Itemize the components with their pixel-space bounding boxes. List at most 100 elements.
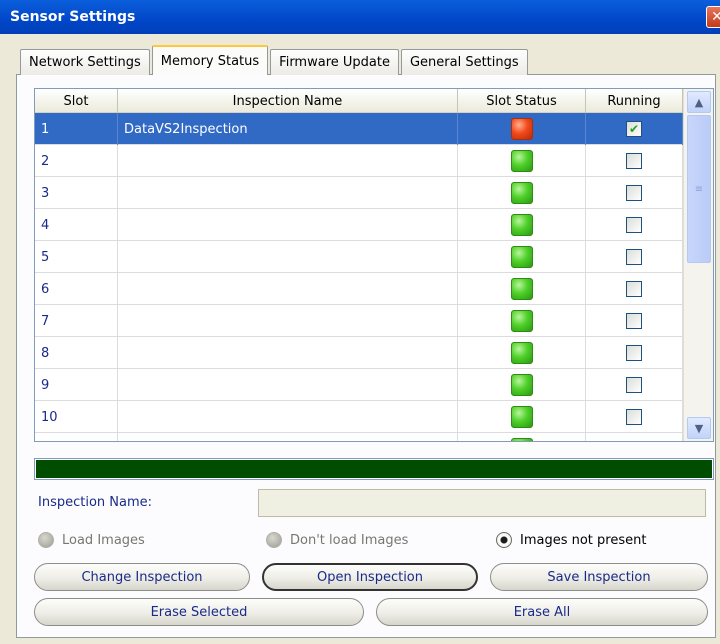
slot-number: 9	[35, 369, 118, 401]
slot-status-cell	[458, 305, 586, 337]
slot-status-cell	[458, 369, 586, 401]
change-inspection-button[interactable]: Change Inspection	[34, 563, 250, 591]
running-cell	[586, 177, 683, 209]
inspection-name-cell	[118, 145, 458, 177]
check-icon: ✔	[628, 122, 640, 136]
table-row[interactable]: 1 DataVS2Inspection ✔	[35, 113, 683, 145]
slot-number: 5	[35, 241, 118, 273]
inspection-name-cell	[118, 209, 458, 241]
running-checkbox[interactable]	[626, 313, 642, 329]
running-cell	[586, 273, 683, 305]
radio-dot	[38, 532, 54, 548]
running-cell	[586, 241, 683, 273]
running-cell	[586, 337, 683, 369]
table-row[interactable]: 4	[35, 209, 683, 241]
table-row[interactable]: 10	[35, 401, 683, 433]
status-led-icon	[510, 118, 533, 140]
running-cell	[586, 145, 683, 177]
status-led-icon	[510, 406, 533, 428]
slot-status-cell	[458, 401, 586, 433]
running-checkbox[interactable]	[626, 249, 642, 265]
status-led-icon	[510, 150, 533, 172]
tab-memory-status[interactable]: Memory Status	[151, 45, 269, 75]
status-led-icon	[510, 278, 533, 300]
inspection-name-cell	[118, 401, 458, 433]
inspection-name-cell	[118, 305, 458, 337]
scroll-down-icon[interactable]: ▼	[687, 417, 711, 439]
inspection-name-input[interactable]	[258, 489, 706, 517]
status-led-icon	[510, 310, 533, 332]
radio-dont-load-images[interactable]: Don't load Images	[266, 532, 408, 548]
erase-selected-button[interactable]: Erase Selected	[34, 598, 364, 626]
column-header-slot-status[interactable]: Slot Status	[458, 89, 586, 113]
close-icon[interactable]: ✕	[706, 6, 720, 28]
inspection-name-cell	[118, 337, 458, 369]
status-led-icon	[510, 374, 533, 396]
running-cell	[586, 209, 683, 241]
table-row[interactable]: 2	[35, 145, 683, 177]
radio-label: Load Images	[62, 532, 145, 548]
table-row[interactable]: 8	[35, 337, 683, 369]
running-cell	[586, 305, 683, 337]
inspection-name-cell	[118, 369, 458, 401]
tab-general-settings[interactable]: General Settings	[400, 49, 528, 75]
column-header-slot[interactable]: Slot	[35, 89, 118, 113]
running-cell: ✔	[586, 113, 683, 145]
slot-status-cell	[458, 177, 586, 209]
image-options: Load Images Don't load Images Images not…	[38, 532, 678, 552]
inspection-name-cell: DataVS2Inspection	[118, 113, 458, 145]
slot-status-cell	[458, 433, 586, 441]
slot-number: 6	[35, 273, 118, 305]
slot-number: 7	[35, 305, 118, 337]
running-cell	[586, 369, 683, 401]
running-cell	[586, 401, 683, 433]
save-inspection-button[interactable]: Save Inspection	[490, 563, 708, 591]
status-led-icon	[510, 342, 533, 364]
running-checkbox[interactable]	[626, 217, 642, 233]
inspection-name-cell	[118, 177, 458, 209]
grid-header: Slot Inspection Name Slot Status Running	[35, 89, 683, 113]
inspection-name-cell	[118, 273, 458, 305]
table-row[interactable]: 9	[35, 369, 683, 401]
scroll-thumb[interactable]: ≡	[687, 115, 711, 263]
table-row[interactable]: 5	[35, 241, 683, 273]
running-checkbox[interactable]	[626, 345, 642, 361]
tab-network-settings[interactable]: Network Settings	[20, 49, 150, 75]
slot-number: 10	[35, 401, 118, 433]
table-row[interactable]: 7	[35, 305, 683, 337]
running-checkbox[interactable]	[626, 409, 642, 425]
radio-label: Images not present	[520, 532, 647, 548]
erase-all-button[interactable]: Erase All	[376, 598, 708, 626]
slot-number: 2	[35, 145, 118, 177]
status-led-icon	[510, 182, 533, 204]
slot-status-cell	[458, 209, 586, 241]
table-row[interactable]: 3	[35, 177, 683, 209]
radio-dot	[496, 532, 512, 548]
radio-label: Don't load Images	[290, 532, 409, 548]
slot-number: 8	[35, 337, 118, 369]
open-inspection-button[interactable]: Open Inspection	[262, 563, 478, 591]
running-checkbox[interactable]	[626, 441, 642, 442]
inspection-name-cell	[118, 433, 458, 441]
running-checkbox[interactable]	[626, 185, 642, 201]
status-led-icon	[510, 438, 533, 441]
scroll-up-icon[interactable]: ▲	[687, 91, 711, 113]
column-header-inspection-name[interactable]: Inspection Name	[118, 89, 458, 113]
tab-firmware-update[interactable]: Firmware Update	[270, 49, 399, 75]
running-checkbox[interactable]: ✔	[626, 121, 642, 137]
radio-load-images[interactable]: Load Images	[38, 532, 145, 548]
slot-number: 3	[35, 177, 118, 209]
table-row[interactable]	[35, 433, 683, 442]
running-checkbox[interactable]	[626, 153, 642, 169]
radio-images-not-present[interactable]: Images not present	[496, 532, 646, 548]
column-header-running[interactable]: Running	[586, 89, 683, 113]
running-checkbox[interactable]	[626, 377, 642, 393]
status-led-icon	[510, 214, 533, 236]
running-cell	[586, 433, 683, 442]
vertical-scrollbar[interactable]: ▲ ≡ ▼	[683, 89, 713, 441]
running-checkbox[interactable]	[626, 281, 642, 297]
slot-status-cell	[458, 241, 586, 273]
slot-status-cell	[458, 273, 586, 305]
inspection-name-cell	[118, 241, 458, 273]
table-row[interactable]: 6	[35, 273, 683, 305]
